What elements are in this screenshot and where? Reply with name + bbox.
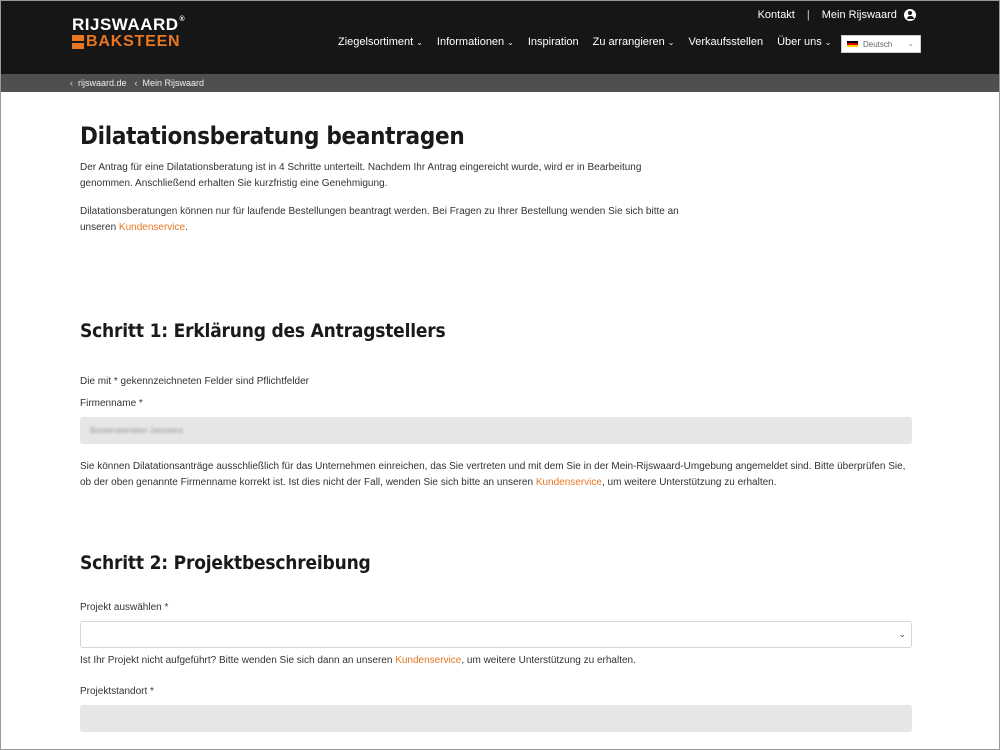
logo-wordmark: RIJSWAARD ® xyxy=(72,16,192,33)
company-info-text: Sie können Dilatationsanträge ausschließ… xyxy=(80,461,906,488)
intro-paragraph-2: Dilatationsberatungen können nur für lau… xyxy=(80,204,690,236)
language-selected-value: Deutsch xyxy=(863,39,893,49)
nav-item-label: Ziegelsortiment xyxy=(338,36,414,48)
language-select[interactable]: Deutsch ⌄ xyxy=(841,35,921,53)
customer-service-link[interactable]: Kundenservice xyxy=(536,477,602,488)
company-name-value: Bouwmaterialen Janssens xyxy=(90,426,184,435)
company-name-field: Bouwmaterialen Janssens xyxy=(80,417,912,444)
nav-item-label: Inspiration xyxy=(527,36,579,48)
utility-links: Kontakt | Mein Rijswaard xyxy=(758,9,916,22)
page-title: Dilatationsberatung beantragen xyxy=(80,122,465,150)
nav-item-informationen[interactable]: Informationen ⌄ xyxy=(437,36,514,48)
nav-item-label: Verkaufsstellen xyxy=(688,36,764,48)
nav-item-zu-arrangieren[interactable]: Zu arrangieren ⌄ xyxy=(593,36,675,48)
company-info-paragraph: Sie können Dilatationsanträge ausschließ… xyxy=(80,459,912,491)
german-flag-icon xyxy=(847,40,858,48)
step2-heading: Schritt 2: Projektbeschreibung xyxy=(80,552,371,574)
project-missing-paragraph: Ist Ihr Projekt nicht aufgeführt? Bitte … xyxy=(80,653,912,669)
intro-paragraph-1: Der Antrag für eine Dilatationsberatung … xyxy=(80,162,642,189)
nav-item-ziegelsortiment[interactable]: Ziegelsortiment ⌄ xyxy=(338,36,423,48)
main-navigation: Ziegelsortiment ⌄ Informationen ⌄ Inspir… xyxy=(338,36,845,48)
user-circle-icon xyxy=(904,9,916,22)
chevron-down-icon: ⌄ xyxy=(898,629,906,639)
intro-text-end: . xyxy=(185,222,188,233)
project-missing-text: Ist Ihr Projekt nicht aufgeführt? Bitte … xyxy=(80,655,396,666)
logo-bars-icon xyxy=(72,34,84,49)
breadcrumb: ‹ rijswaard.de ‹ Mein Rijswaard xyxy=(0,74,1000,92)
utility-separator: | xyxy=(806,9,810,22)
chevron-down-icon: ⌄ xyxy=(907,39,914,48)
breadcrumb-item-home[interactable]: rijswaard.de xyxy=(78,78,127,88)
nav-item-label: Über uns xyxy=(777,36,822,48)
nav-item-inspiration[interactable]: Inspiration xyxy=(528,36,579,48)
project-location-label: Projektstandort * xyxy=(80,686,154,697)
nav-item-label: Informationen xyxy=(436,36,505,48)
project-missing-text-end: , um weitere Unterstützung zu erhalten. xyxy=(461,655,636,666)
project-location-field[interactable] xyxy=(80,705,912,732)
logo-top-text: RIJSWAARD xyxy=(72,15,179,34)
chevron-left-icon: ‹ xyxy=(70,78,73,88)
contact-link[interactable]: Kontakt xyxy=(758,9,795,21)
nav-item-verkaufsstellen[interactable]: Verkaufsstellen xyxy=(689,36,764,48)
customer-service-link[interactable]: Kundenservice xyxy=(395,655,461,666)
nav-item-ueber-uns[interactable]: Über uns ⌄ xyxy=(777,36,831,48)
project-select[interactable]: ⌄ xyxy=(80,621,912,648)
breadcrumb-item-current[interactable]: Mein Rijswaard xyxy=(143,78,205,88)
chevron-down-icon: ⌄ xyxy=(824,37,832,47)
company-name-label: Firmenname * xyxy=(80,398,143,409)
chevron-down-icon: ⌄ xyxy=(416,37,423,47)
chevron-left-icon: ‹ xyxy=(134,78,138,88)
logo-bottom-text: BAKSTEEN xyxy=(86,33,181,50)
logo-registered-mark: ® xyxy=(179,16,186,23)
account-link[interactable]: Mein Rijswaard xyxy=(821,9,916,22)
chevron-down-icon: ⌄ xyxy=(667,37,675,47)
project-select-label: Projekt auswählen * xyxy=(80,602,169,613)
chevron-down-icon: ⌄ xyxy=(507,37,514,47)
company-info-text-end: , um weitere Unterstützung zu erhalten. xyxy=(601,477,777,488)
required-fields-note: Die mit * gekennzeichneten Felder sind P… xyxy=(80,376,310,387)
logo-subline: BAKSTEEN xyxy=(72,33,192,50)
account-link-label: Mein Rijswaard xyxy=(821,9,897,21)
brand-logo[interactable]: RIJSWAARD ® BAKSTEEN xyxy=(72,16,192,50)
nav-item-label: Zu arrangieren xyxy=(592,36,665,48)
site-header: RIJSWAARD ® BAKSTEEN Kontakt | Mein Rijs… xyxy=(0,0,1000,74)
customer-service-link[interactable]: Kundenservice xyxy=(119,222,185,233)
step1-heading: Schritt 1: Erklärung des Antragstellers xyxy=(80,320,446,342)
